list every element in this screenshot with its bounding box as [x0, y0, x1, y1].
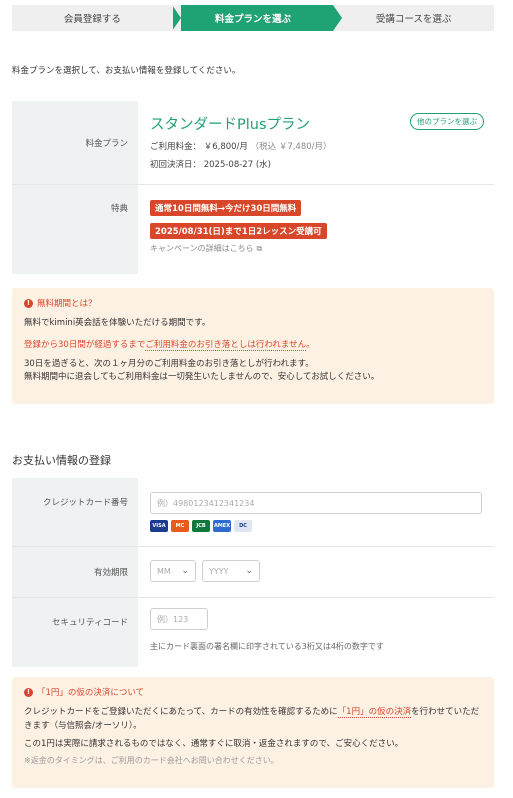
- fee-label: ご利用料金：: [150, 142, 202, 152]
- campaign-badge-free-days: 通常10日間無料→今だけ30日間無料: [150, 200, 302, 216]
- cvc-cell: 例）123 主にカード裏面の署名欄に印字されている3桁又は4桁の数字です: [138, 598, 494, 667]
- free-period-notice: ! 無料期間とは？ 無料でkimini英会話を体験いただける期間です。 登録から…: [12, 288, 494, 404]
- other-plan-button[interactable]: 他のプランを選ぶ: [410, 113, 484, 130]
- plan-cell: スタンダードPlusプラン 他のプランを選ぶ ご利用料金： ￥6,800/月 （…: [138, 101, 494, 184]
- visa-icon: VISA: [150, 520, 168, 532]
- benefit-label: 特典: [12, 185, 138, 274]
- step-indicator: 会員登録する 料金プランを選ぶ 受講コースを選ぶ: [12, 5, 495, 31]
- cvc-row: セキュリティコード 例）123 主にカード裏面の署名欄に印字されている3桁又は4…: [12, 598, 494, 667]
- cvc-help-text: 主にカード裏面の署名欄に印字されている3桁又は4桁の数字です: [150, 642, 384, 651]
- expiry-year-select[interactable]: YYYY ⌄: [202, 560, 260, 582]
- card-number-cell: 例）4980123412341234 VISA MC JCB AMEX DC: [138, 478, 494, 546]
- step-select-plan: 料金プランを選ぶ: [171, 5, 342, 31]
- campaign-badge-lessons: 2025/08/31(日)まで1日2レッスン受講可: [150, 223, 327, 239]
- authorization-notice: ! 「1円」の仮の決済について クレジットカードをご登録いただくにあたって、カー…: [12, 677, 494, 788]
- first-date-label: 初回決済日：: [150, 160, 202, 170]
- external-link-icon: ⧉: [256, 244, 263, 253]
- free-period-after: 30日を過ぎると、次の１ヶ月分のご利用料金のお引き落としが行われます。: [24, 359, 314, 370]
- chevron-down-icon: ⌄: [181, 566, 189, 576]
- authorization-refund: この1円は実際に請求されるものではなく、通常すぐに取消・返金されますので、ご安心…: [24, 739, 404, 750]
- free-period-cancel: 無料期間中に退会してもご利用料金は一切発生いたしませんので、安心してお試しくださ…: [24, 372, 380, 383]
- fee-value: ￥6,800/月: [203, 142, 248, 152]
- alert-icon: !: [24, 298, 33, 308]
- free-period-title: 無料期間とは？: [37, 299, 97, 309]
- campaign-detail-link[interactable]: キャンペーンの詳細はこちら ⧉: [150, 243, 494, 254]
- chevron-down-icon: ⌄: [245, 566, 253, 576]
- alert-icon: !: [24, 687, 33, 697]
- fee-line: ご利用料金： ￥6,800/月 （税込 ￥7,480/月）: [150, 140, 494, 152]
- card-number-row: クレジットカード番号 例）4980123412341234 VISA MC JC…: [12, 478, 494, 547]
- emphasis-suffix: 。: [306, 339, 315, 350]
- cvc-label: セキュリティコード: [12, 598, 138, 667]
- expiry-month-select[interactable]: MM ⌄: [150, 560, 196, 582]
- auth-emphasis: 「1円」の仮の決済: [337, 707, 412, 718]
- expiry-cell: MM ⌄ YYYY ⌄: [138, 547, 494, 597]
- first-date-value: 2025-08-27 (水): [203, 160, 271, 170]
- payment-section-title: お支払い情報の登録: [12, 454, 111, 467]
- authorization-desc: クレジットカードをご登録いただくにあたって、カードの有効性を確認するために「1円…: [24, 706, 482, 733]
- step-select-course: 受講コースを選ぶ: [333, 5, 495, 31]
- free-period-desc: 無料でkimini英会話を体験いただける期間です。: [24, 318, 211, 328]
- year-placeholder: YYYY: [209, 566, 229, 576]
- emphasis-prefix: 登録から30日間が経過するまで: [24, 339, 146, 350]
- benefit-row: 特典 通常10日間無料→今だけ30日間無料 2025/08/31(日)まで1日2…: [12, 185, 494, 274]
- amex-icon: AMEX: [213, 520, 231, 532]
- step-register: 会員登録する: [12, 5, 173, 31]
- intro-text: 料金プランを選択して、お支払い情報を登録してください。: [12, 66, 241, 76]
- campaign-detail-text: キャンペーンの詳細はこちら: [150, 244, 254, 253]
- emphasis-main: ご利用料金のお引き落としは行われません: [145, 339, 307, 351]
- plan-table: 料金プラン スタンダードPlusプラン 他のプランを選ぶ ご利用料金： ￥6,8…: [12, 101, 494, 274]
- diners-club-icon: DC: [234, 520, 252, 532]
- mastercard-icon: MC: [171, 520, 189, 532]
- payment-form: クレジットカード番号 例）4980123412341234 VISA MC JC…: [12, 478, 494, 667]
- free-period-emphasis: 登録から30日間が経過するまでご利用料金のお引き落としは行われません。: [24, 339, 482, 353]
- authorization-note: ※返金のタイミングは、ご利用のカード会社へお問い合わせください。: [24, 755, 279, 765]
- fee-tax: （税込 ￥7,480/月）: [250, 142, 332, 152]
- card-number-input[interactable]: 例）4980123412341234: [150, 492, 482, 514]
- expiry-row: 有効期限 MM ⌄ YYYY ⌄: [12, 547, 494, 598]
- plan-row: 料金プラン スタンダードPlusプラン 他のプランを選ぶ ご利用料金： ￥6,8…: [12, 101, 494, 185]
- card-number-label: クレジットカード番号: [12, 478, 138, 546]
- jcb-icon: JCB: [192, 520, 210, 532]
- auth-prefix: クレジットカードをご登録いただくにあたって、カードの有効性を確認するために: [24, 707, 338, 717]
- first-date-line: 初回決済日： 2025-08-27 (水): [150, 158, 494, 170]
- card-brand-list: VISA MC JCB AMEX DC: [150, 520, 494, 532]
- benefit-cell: 通常10日間無料→今だけ30日間無料 2025/08/31(日)まで1日2レッス…: [138, 185, 494, 274]
- cvc-input[interactable]: 例）123: [150, 608, 208, 630]
- plan-label: 料金プラン: [12, 101, 138, 184]
- authorization-title: 「1円」の仮の決済について: [37, 688, 145, 698]
- month-placeholder: MM: [157, 566, 171, 576]
- expiry-label: 有効期限: [12, 547, 138, 597]
